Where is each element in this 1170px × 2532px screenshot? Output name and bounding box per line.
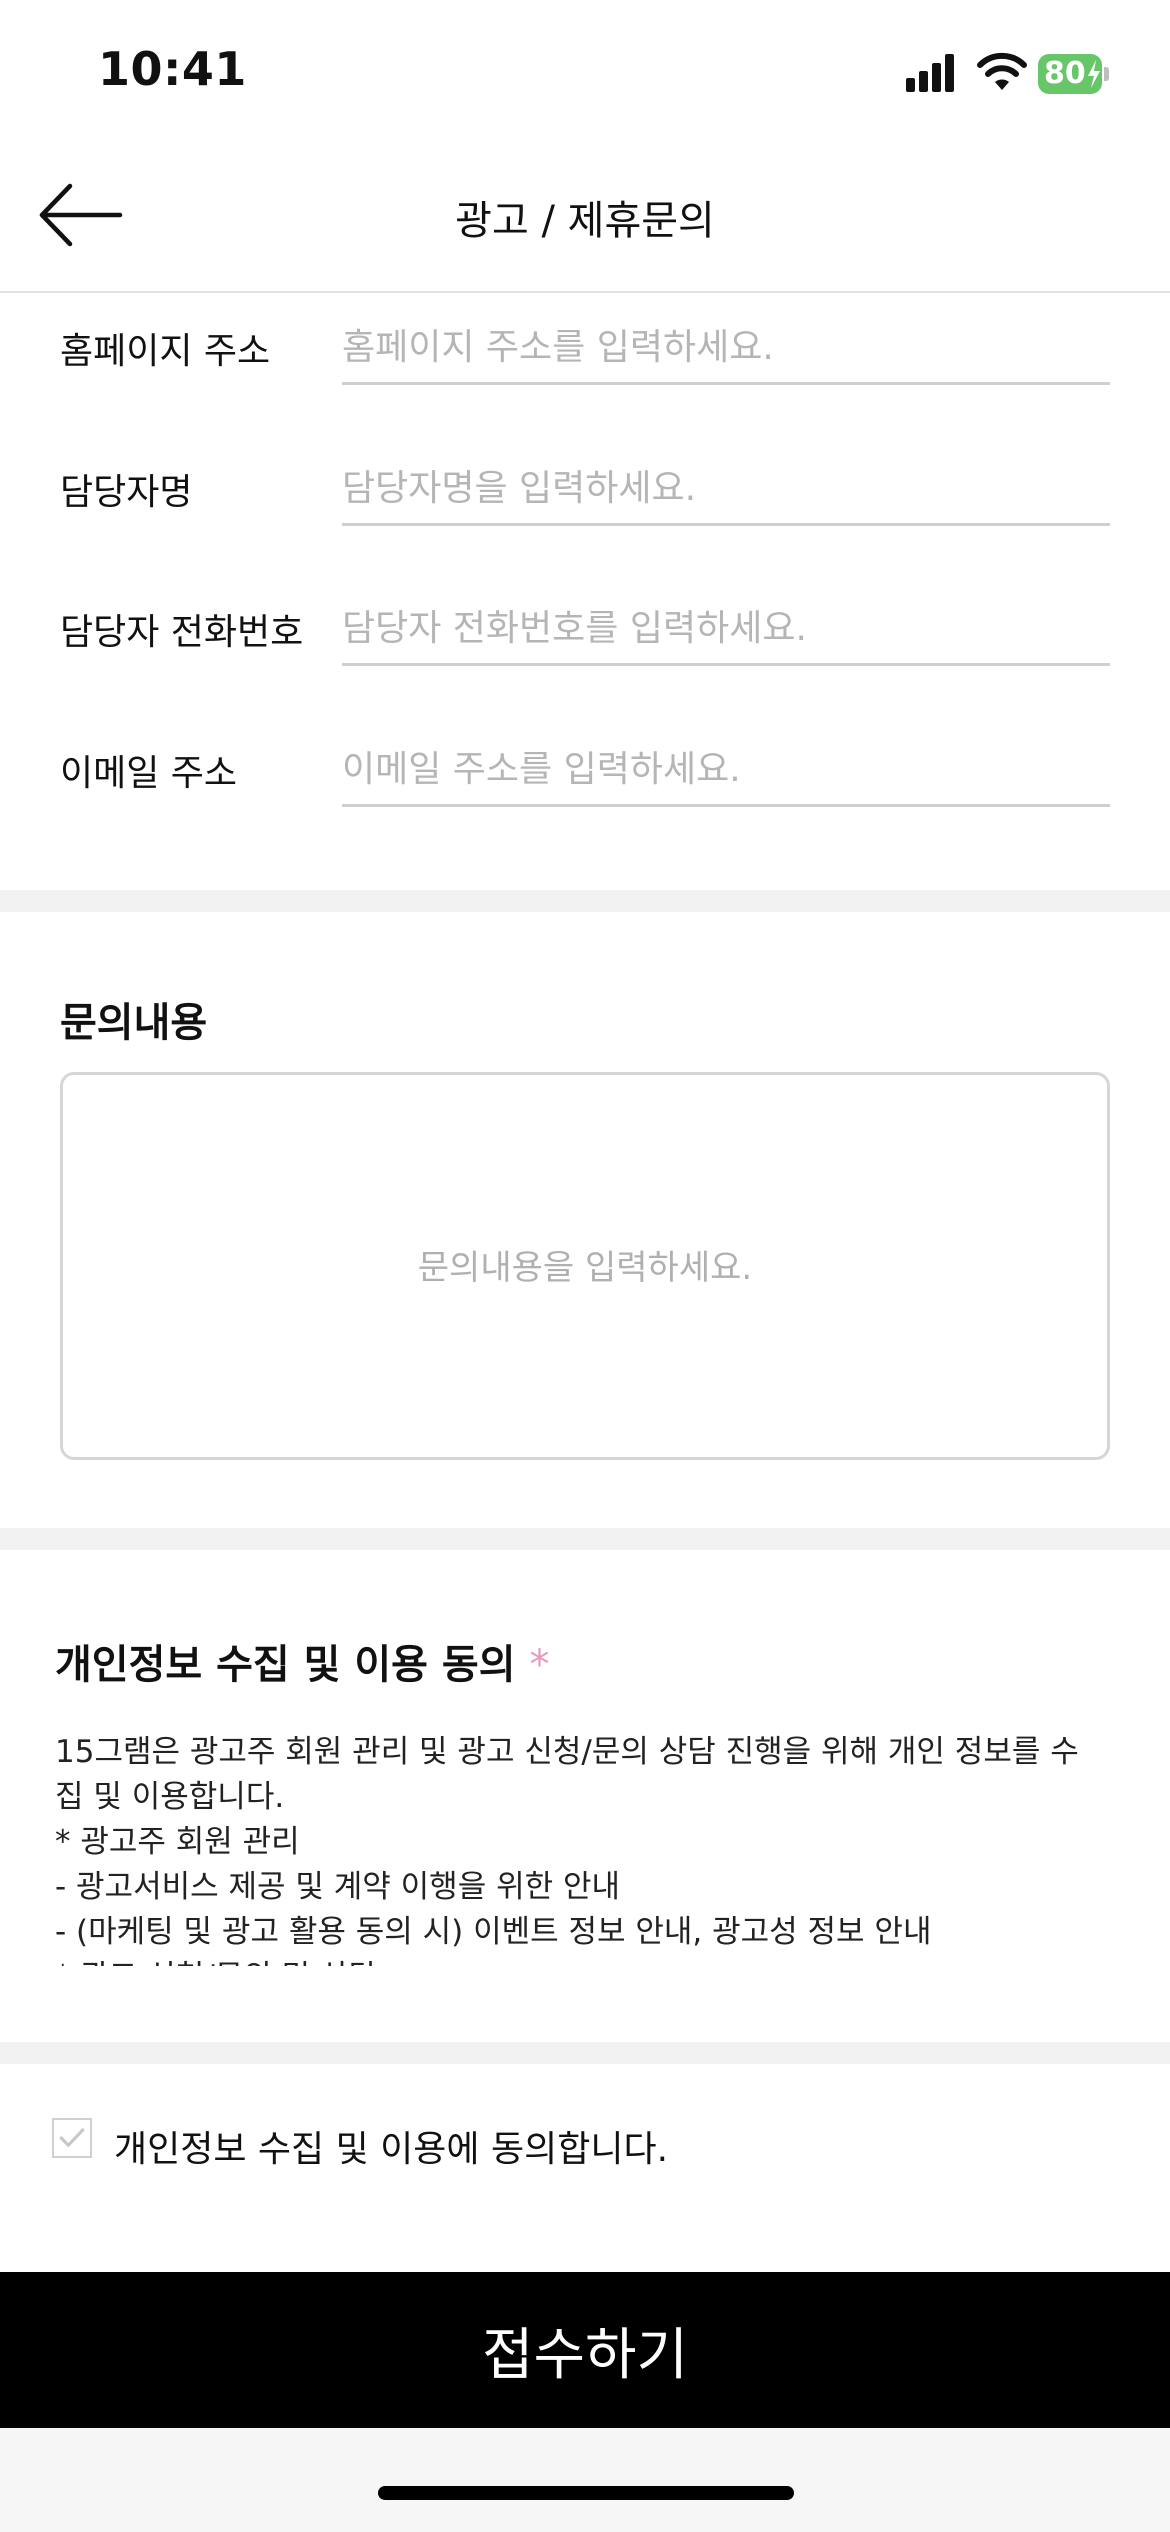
- status-time: 10:41: [98, 42, 247, 96]
- privacy-line: * 광고 신청/문의 및 상담: [55, 1955, 1115, 1966]
- home-indicator[interactable]: [378, 2486, 794, 2500]
- manager-name-input[interactable]: [342, 453, 1110, 526]
- manager-phone-label: 담당자 전화번호: [60, 612, 304, 653]
- page-title: 광고 / 제휴문의: [455, 198, 715, 244]
- manager-phone-input[interactable]: [342, 593, 1110, 666]
- email-input[interactable]: [342, 734, 1110, 807]
- privacy-line: 집 및 이용합니다.: [55, 1779, 285, 1815]
- battery-level: 80: [1044, 56, 1086, 91]
- battery-charging-icon: 80: [1038, 54, 1110, 94]
- header-divider: [0, 291, 1170, 293]
- privacy-agree-checkbox[interactable]: [52, 2118, 92, 2158]
- email-label: 이메일 주소: [60, 753, 238, 794]
- manager-name-label: 담당자명: [60, 472, 193, 513]
- required-mark: *: [529, 1642, 550, 1688]
- homepage-label: 홈페이지 주소: [60, 331, 271, 372]
- bolt-icon: [1088, 60, 1100, 88]
- wifi-icon: [977, 52, 1027, 90]
- section-divider: [0, 2042, 1170, 2064]
- section-divider: [0, 890, 1170, 912]
- privacy-line: * 광고주 회원 관리: [55, 1824, 300, 1860]
- privacy-title: 개인정보 수집 및 이용 동의 *: [55, 1632, 549, 1690]
- submit-button[interactable]: 접수하기: [0, 2272, 1170, 2428]
- homepage-input[interactable]: [342, 312, 1110, 385]
- section-divider: [0, 1528, 1170, 1550]
- home-indicator-area: [0, 2428, 1170, 2532]
- privacy-title-text: 개인정보 수집 및 이용 동의: [55, 1642, 516, 1688]
- inquiry-title: 문의내용: [60, 1000, 208, 1046]
- signal-icon: [906, 54, 956, 92]
- privacy-line: - (마케팅 및 광고 활용 동의 시) 이벤트 정보 안내, 광고성 정보 안…: [55, 1914, 932, 1950]
- privacy-line: 15그램은 광고주 회원 관리 및 광고 신청/문의 상담 진행을 위해 개인 …: [55, 1734, 1079, 1770]
- privacy-scroll-text[interactable]: 15그램은 광고주 회원 관리 및 광고 신청/문의 상담 진행을 위해 개인 …: [55, 1730, 1115, 1966]
- privacy-agree-label: 개인정보 수집 및 이용에 동의합니다.: [114, 2129, 669, 2170]
- privacy-line: - 광고서비스 제공 및 계약 이행을 위한 안내: [55, 1869, 621, 1905]
- checkmark-icon: [59, 2128, 85, 2147]
- inquiry-textarea[interactable]: [60, 1072, 1110, 1460]
